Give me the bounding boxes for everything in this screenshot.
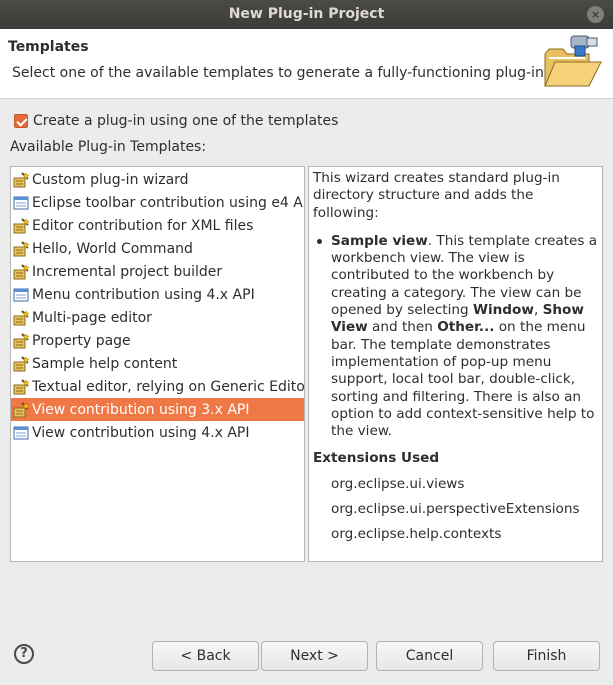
- cancel-button[interactable]: Cancel: [376, 641, 483, 671]
- extension-item: org.eclipse.ui.views: [331, 475, 465, 492]
- template-item-multi-page-editor[interactable]: Multi-page editor: [11, 306, 304, 329]
- template-item-view-4x[interactable]: View contribution using 4.x API: [11, 421, 304, 444]
- e4-template-icon: [13, 425, 29, 441]
- wizard-icon: [13, 401, 30, 418]
- wizard-icon: [13, 355, 30, 372]
- description-bullet: Sample view. This template creates a wor…: [313, 233, 598, 441]
- wizard-icon: [13, 171, 30, 188]
- templates-list[interactable]: Custom plug-in wizard Eclipse toolbar co…: [10, 166, 305, 562]
- template-item-sample-help[interactable]: Sample help content: [11, 352, 304, 375]
- template-item-eclipse-toolbar[interactable]: Eclipse toolbar contribution using e4 AP…: [11, 191, 304, 214]
- template-item-menu-contribution[interactable]: Menu contribution using 4.x API: [11, 283, 304, 306]
- use-template-checkbox[interactable]: [14, 114, 28, 128]
- window-title: New Plug-in Project: [228, 6, 385, 22]
- bullet-title: Sample view: [331, 232, 428, 249]
- template-item-property-page[interactable]: Property page: [11, 329, 304, 352]
- description-intro: This wizard creates standard plug-in dir…: [313, 170, 560, 221]
- template-item-textual-editor[interactable]: Textual editor, relying on Generic Edito…: [11, 375, 304, 398]
- finish-button[interactable]: Finish: [493, 641, 600, 671]
- extension-item: org.eclipse.ui.perspectiveExtensions: [331, 501, 580, 518]
- wizard-header: Templates Select one of the available te…: [0, 29, 613, 99]
- extensions-heading: Extensions Used: [313, 450, 440, 467]
- template-description-panel: This wizard creates standard plug-in dir…: [308, 166, 603, 562]
- template-item-view-3x[interactable]: View contribution using 3.x API: [11, 398, 304, 421]
- wizard-icon: [13, 378, 30, 395]
- close-button[interactable]: ×: [587, 6, 604, 23]
- next-button[interactable]: Next >: [261, 641, 368, 671]
- extension-item: org.eclipse.help.contexts: [331, 526, 502, 543]
- template-item-editor-xml[interactable]: Editor contribution for XML files: [11, 214, 304, 237]
- wizard-icon: [13, 332, 30, 349]
- title-bar: New Plug-in Project ×: [0, 0, 613, 29]
- use-template-checkbox-label: Create a plug-in using one of the templa…: [33, 113, 339, 129]
- help-icon[interactable]: ?: [14, 644, 34, 664]
- template-item-custom-plugin-wizard[interactable]: Custom plug-in wizard: [11, 168, 304, 191]
- template-item-hello-world[interactable]: Hello, World Command: [11, 237, 304, 260]
- wizard-icon: [13, 309, 30, 326]
- available-templates-label: Available Plug-in Templates:: [10, 139, 207, 155]
- wizard-icon: [13, 217, 30, 234]
- back-button[interactable]: < Back: [152, 641, 259, 671]
- page-description: Select one of the available templates to…: [12, 65, 549, 81]
- plugin-folder-icon: [544, 35, 602, 87]
- use-template-checkbox-row[interactable]: Create a plug-in using one of the templa…: [14, 112, 338, 130]
- template-item-incremental-builder[interactable]: Incremental project builder: [11, 260, 304, 283]
- e4-template-icon: [13, 287, 29, 303]
- e4-template-icon: [13, 195, 29, 211]
- wizard-icon: [13, 263, 30, 280]
- wizard-icon: [13, 240, 30, 257]
- page-title: Templates: [8, 39, 89, 55]
